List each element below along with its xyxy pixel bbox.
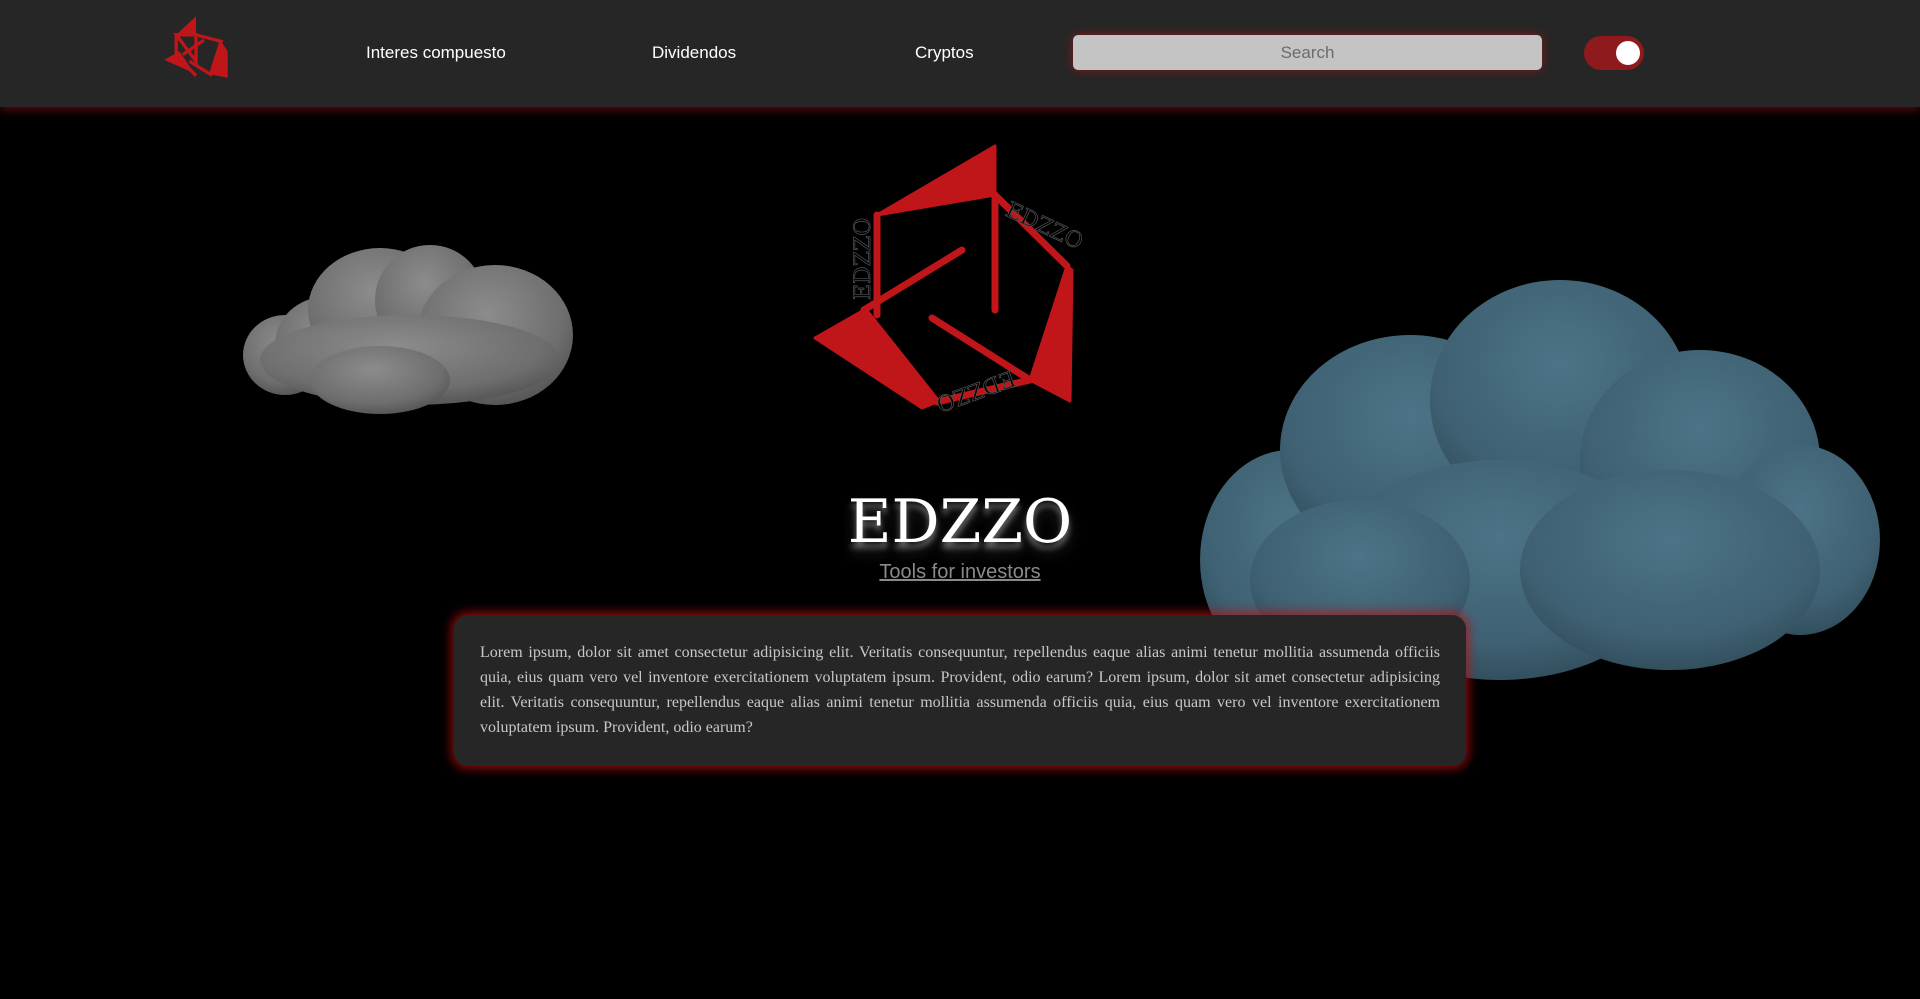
cloud-left-image [243, 245, 573, 414]
nav-link-cryptos[interactable]: Cryptos [915, 40, 974, 66]
toggle-knob [1616, 41, 1640, 65]
hero-logo-icon: EDZZO EDZZO EDZZO [813, 144, 1082, 416]
hero-logo-text-right: EDZZO [1001, 198, 1082, 255]
hero-logo-text-bottom: EDZZO [933, 364, 1019, 416]
navbar: Interes compuesto Dividendos Cryptos [0, 0, 1920, 107]
hero-subtitle-link[interactable]: Tools for investors [879, 561, 1040, 583]
page: Interes compuesto Dividendos Cryptos Sea… [0, 0, 1920, 999]
hero-subtitle-container: Tools for investors [0, 561, 1920, 584]
hero-logo-text-left: EDZZO [851, 218, 876, 300]
nav-link-dividendos[interactable]: Dividendos [652, 40, 736, 66]
nav-link-interes-compuesto[interactable]: Interes compuesto [366, 40, 506, 66]
intro-card: Lorem ipsum, dolor sit amet consectetur … [454, 615, 1466, 766]
search-input[interactable] [1073, 35, 1542, 70]
theme-toggle[interactable] [1584, 36, 1644, 70]
edzzo-logo-icon[interactable] [163, 15, 229, 81]
hero-title: EDZZO [847, 487, 1073, 557]
intro-card-text: Lorem ipsum, dolor sit amet consectetur … [480, 644, 1440, 736]
